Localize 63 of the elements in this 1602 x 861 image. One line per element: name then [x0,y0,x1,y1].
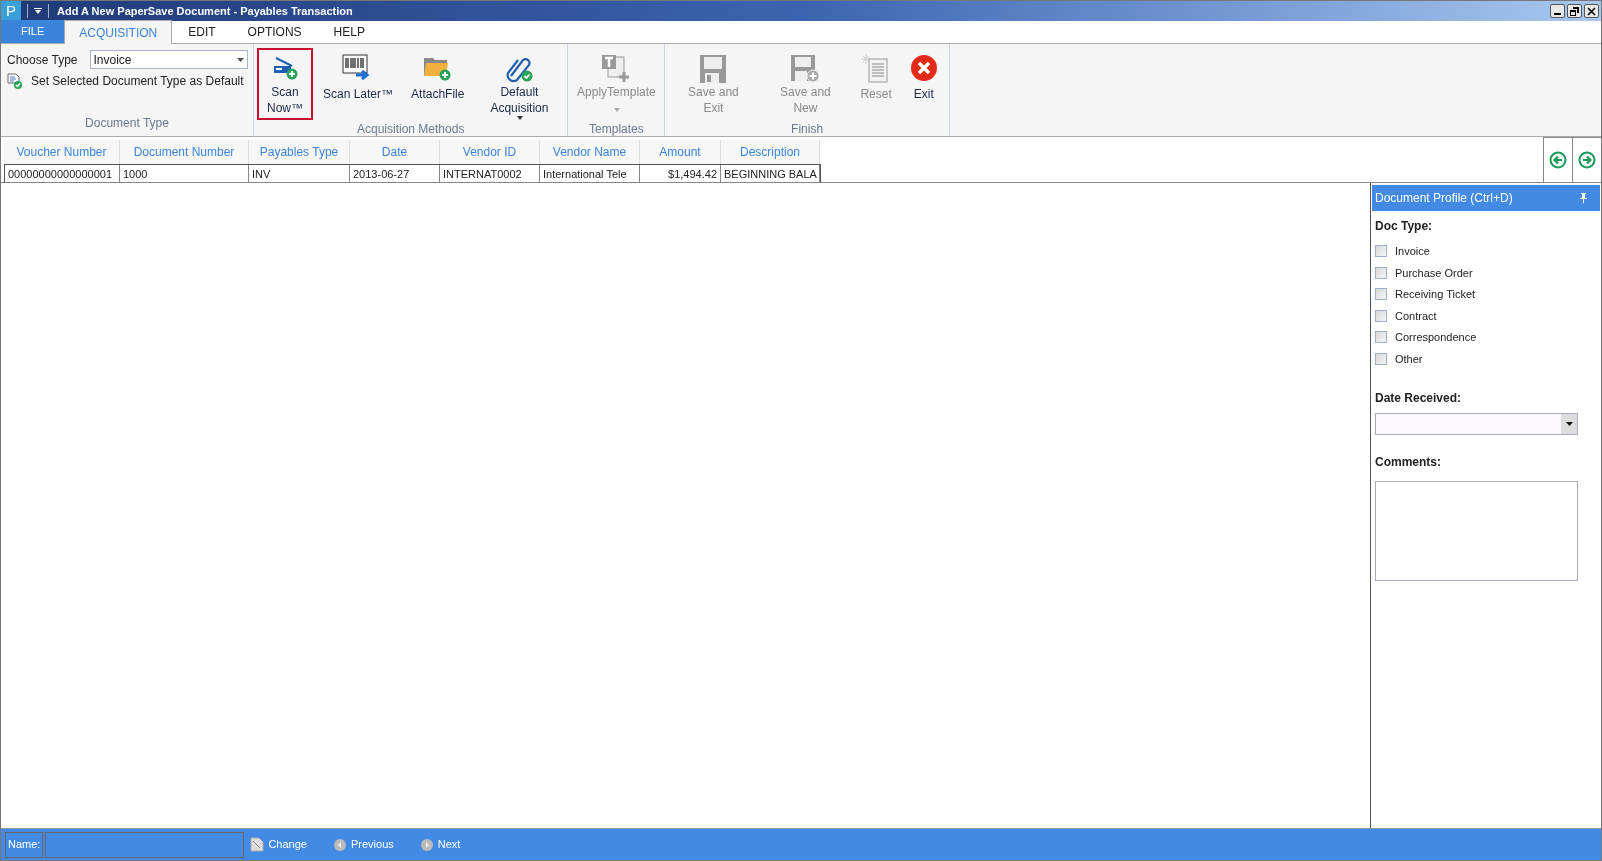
choose-type-label: Choose Type [7,51,78,69]
checkbox-label: Purchase Order [1395,265,1473,281]
ribbon-button[interactable]: Scan Later™ [315,48,402,120]
forward-button[interactable] [1572,137,1601,182]
checkbox-label: Other [1395,351,1423,367]
column-header[interactable]: Vendor Name [540,140,640,164]
comments-field[interactable] [1375,481,1578,581]
file-menu[interactable]: FILE [1,20,65,43]
ribbon-button[interactable]: Scan Now™ [257,48,313,120]
checkbox[interactable] [1375,266,1387,279]
column-header[interactable]: Vendor ID [440,140,540,164]
column-header[interactable]: Description [721,140,820,164]
checkbox-label: Correspondence [1395,330,1477,345]
checkbox[interactable] [1375,288,1387,301]
checkbox[interactable] [1375,352,1387,365]
type-dropdown[interactable]: Invoice [89,50,248,69]
checkbox-label: Contract [1395,308,1437,324]
checkbox[interactable] [1375,309,1387,322]
ribbon-tab[interactable]: HELP [317,20,381,43]
name-label: Name: [5,831,44,858]
document-icon [250,837,265,852]
column-header[interactable]: Amount [640,140,721,164]
pin-icon[interactable] [1580,193,1587,203]
ribbon-button[interactable]: Default Acquisition [474,48,565,120]
column-header[interactable]: Payables Type [249,140,350,164]
checkbox-label: Receiving Ticket [1395,287,1476,302]
doc-type-label: Doc Type: [1374,218,1434,235]
minimize-button[interactable] [1550,4,1565,18]
column-header[interactable]: Date [350,140,440,164]
window-title: Add A New PaperSave Document - Payables Transaction [57,3,353,19]
floppy-disk-icon [790,54,821,84]
checkbox[interactable] [1375,245,1387,258]
ribbon-button[interactable]: AttachFile [403,48,473,120]
restore-button[interactable] [1567,4,1582,18]
comments-label: Comments: [1374,454,1442,471]
status-button[interactable]: Change [268,836,307,853]
date-field[interactable] [1375,413,1578,435]
app-logo-icon: P [1,1,21,21]
name-field[interactable] [45,831,245,858]
caret-icon [236,57,244,62]
group-label: Templates [588,121,645,138]
back-button[interactable] [1543,137,1572,182]
dropdown-button[interactable] [1561,414,1577,434]
ribbon-tab[interactable]: OPTIONS [231,20,318,43]
dropdown-icon[interactable] [34,8,42,14]
ribbon-button[interactable]: Exit [901,48,946,120]
column-header[interactable]: Document Number [120,140,249,164]
checkbox-label: Invoice [1395,244,1430,259]
checkbox[interactable] [1375,331,1387,344]
date-received-label: Date Received: [1374,390,1463,407]
group-label: Acquisition Methods [356,121,466,138]
close-button[interactable] [1584,4,1599,18]
group-label: Document Type [84,115,170,132]
ribbon-tab[interactable]: ACQUISITION [64,20,173,44]
status-button[interactable]: Previous [350,836,394,853]
ribbon-tab[interactable]: EDIT [172,20,232,43]
status-button[interactable]: Next [437,836,461,853]
document-check-icon [7,72,23,90]
caret-icon [1565,422,1573,426]
column-header[interactable]: Voucher Number [4,140,120,164]
group-label: Finish [790,121,825,138]
set-default-link[interactable]: Set Selected Document Type as Default [31,72,244,90]
panel-title: Document Profile (Ctrl+D) [1375,190,1514,207]
